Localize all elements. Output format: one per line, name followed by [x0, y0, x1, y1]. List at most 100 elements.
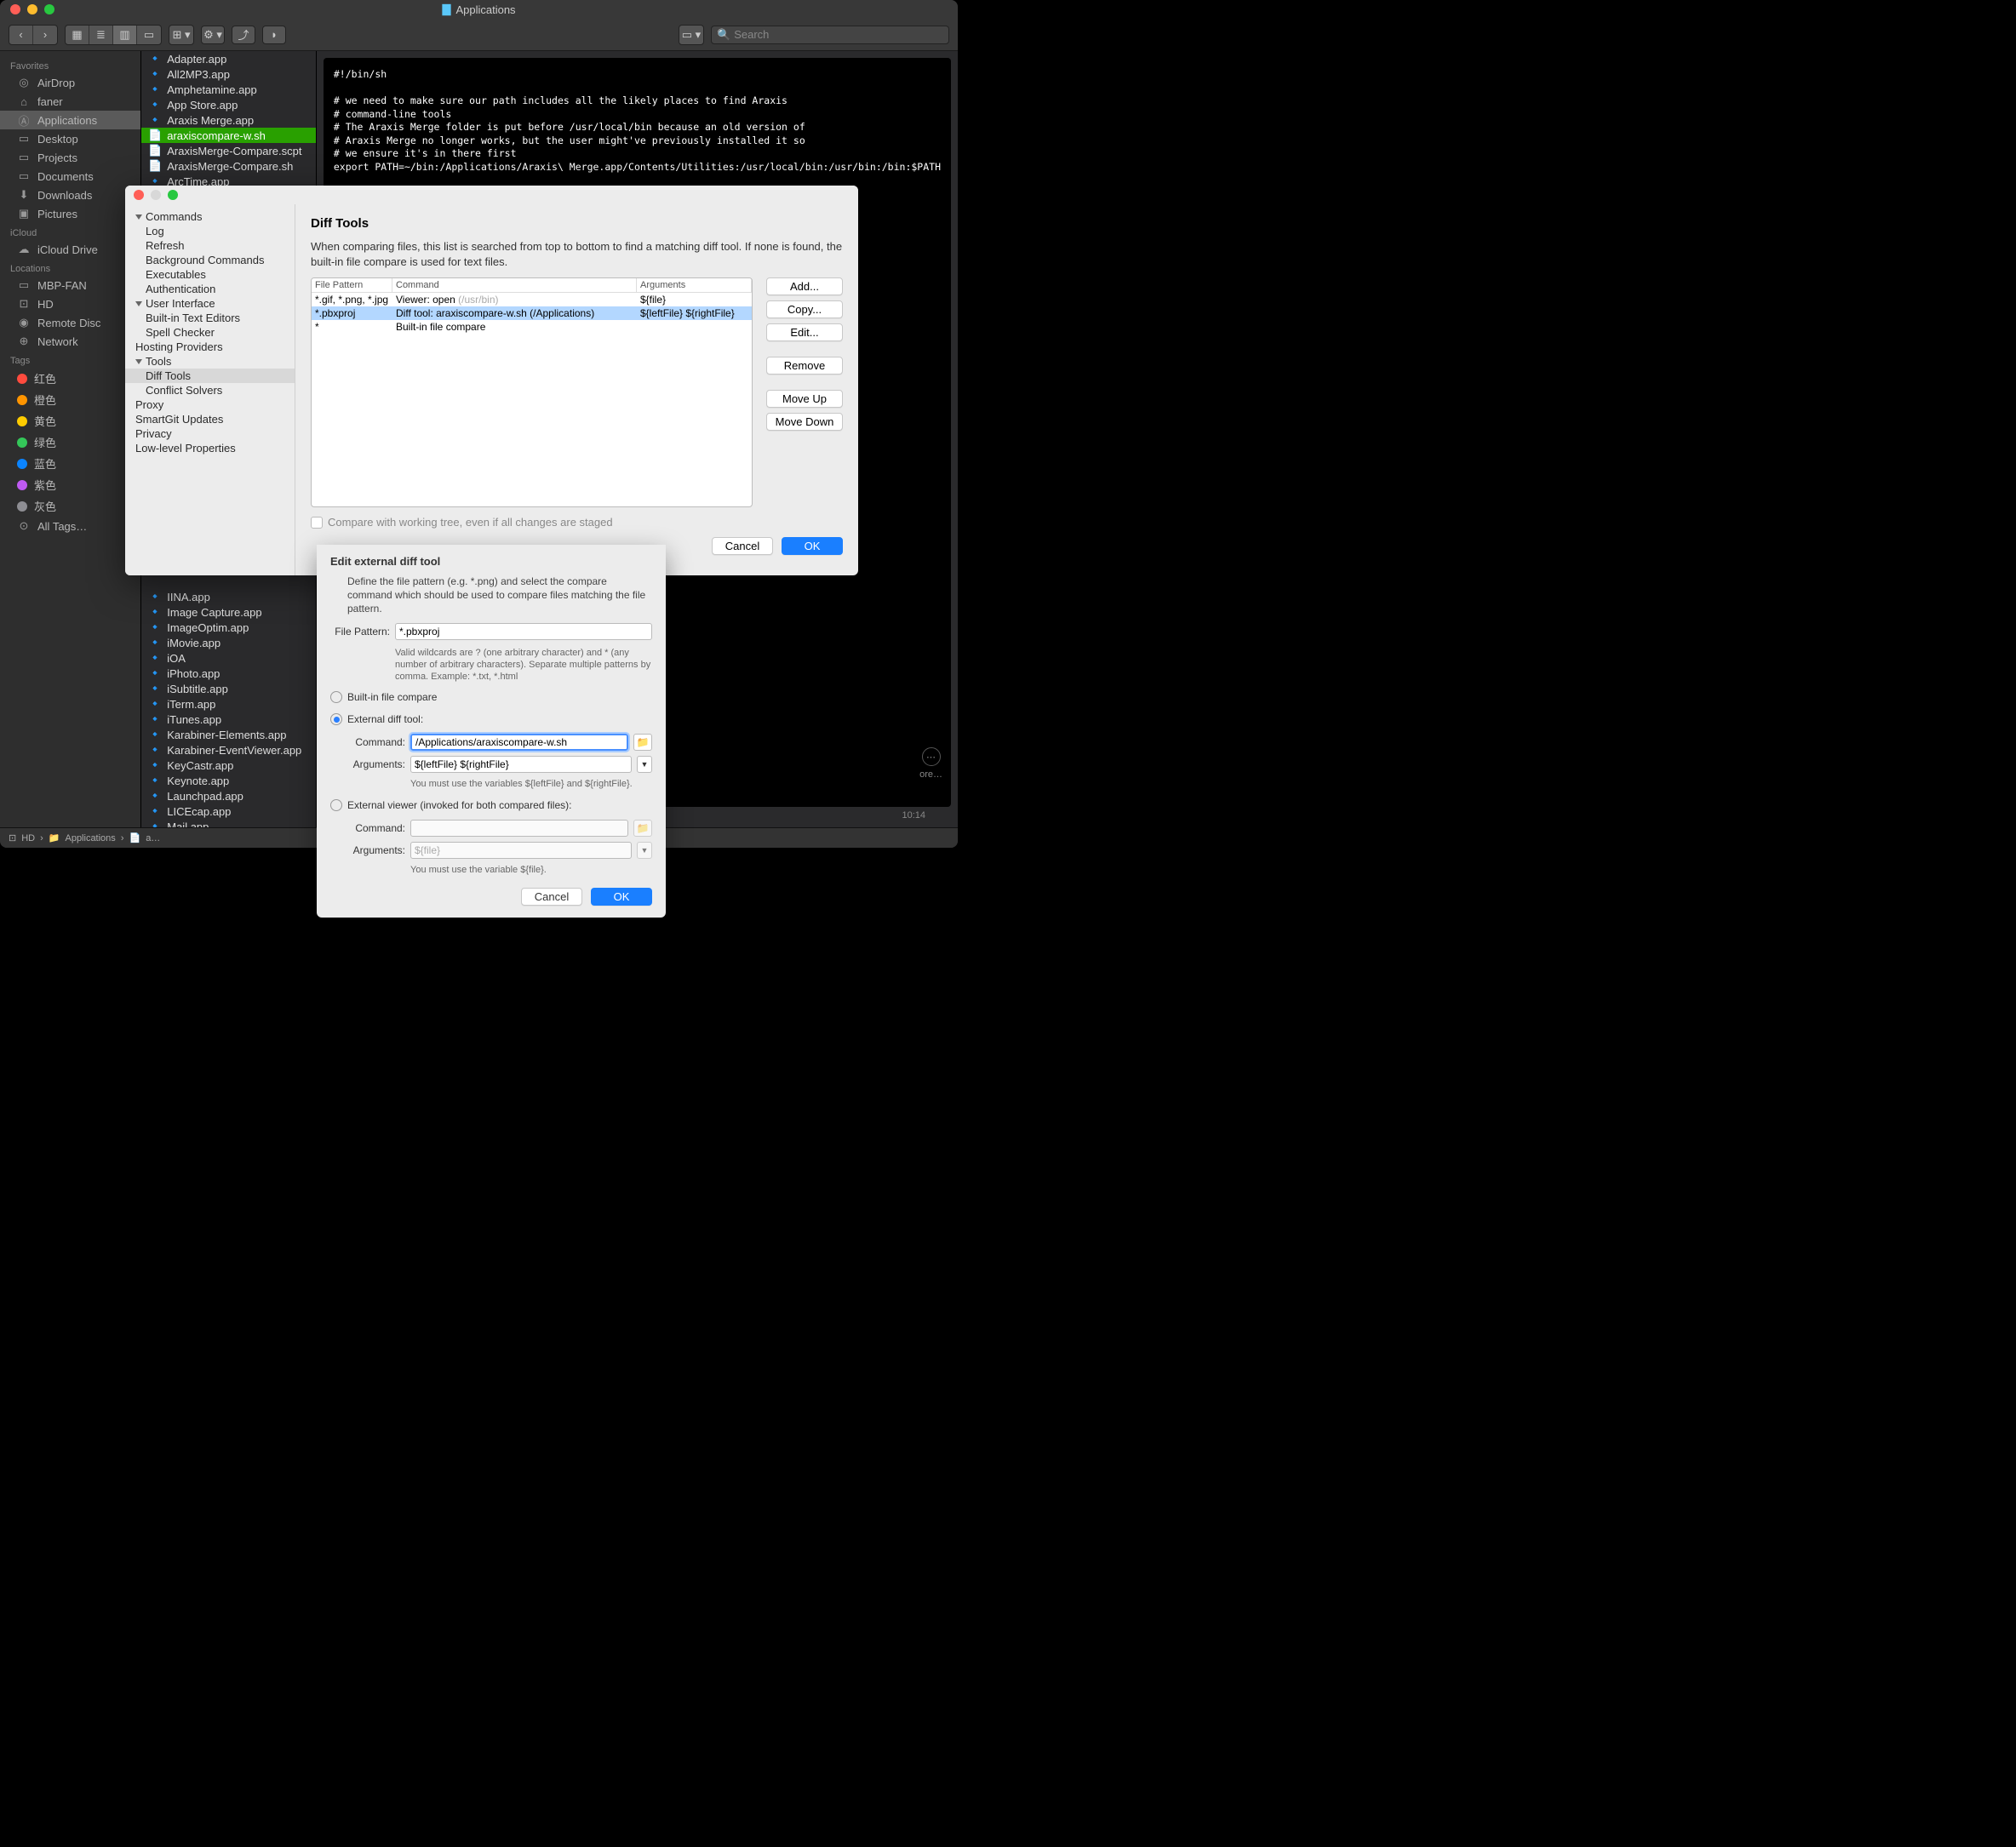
- file-row[interactable]: 🔹Karabiner-Elements.app: [141, 727, 316, 742]
- file-row[interactable]: 🔹iOA: [141, 650, 316, 666]
- nav-group[interactable]: Tools: [125, 354, 295, 369]
- nav-item-log[interactable]: Log: [125, 224, 295, 238]
- sidebar-item-mbp-fan[interactable]: ▭MBP-FAN: [0, 276, 140, 294]
- close-icon[interactable]: [10, 4, 20, 14]
- tags-button[interactable]: ◗: [262, 26, 286, 44]
- sidebar-item-remote-disc[interactable]: ◉Remote Disc: [0, 313, 140, 332]
- sidebar-item-network[interactable]: ⊕Network: [0, 332, 140, 351]
- sidebar-tag[interactable]: 蓝色: [0, 453, 140, 474]
- arguments-dropdown[interactable]: ▼: [637, 756, 652, 773]
- nav-item-background-commands[interactable]: Background Commands: [125, 253, 295, 267]
- file-row[interactable]: 📄AraxisMerge-Compare.scpt: [141, 143, 316, 158]
- nav-item-authentication[interactable]: Authentication: [125, 282, 295, 296]
- cancel-button[interactable]: Cancel: [712, 537, 773, 555]
- back-button[interactable]: ‹: [9, 26, 33, 44]
- table-row[interactable]: *.pbxprojDiff tool: araxiscompare-w.sh (…: [312, 306, 752, 320]
- zoom-icon[interactable]: [168, 190, 178, 200]
- sidebar-tag[interactable]: 红色: [0, 368, 140, 389]
- sidebar-item-all-tags[interactable]: ⊙ All Tags…: [0, 517, 140, 535]
- view-icon-button[interactable]: ▦: [66, 26, 89, 44]
- share-button[interactable]: ⤴: [232, 26, 255, 44]
- command-input[interactable]: [410, 734, 628, 751]
- nav-item-proxy[interactable]: Proxy: [125, 397, 295, 412]
- cancel-button[interactable]: Cancel: [521, 888, 582, 906]
- sidebar-item-pictures[interactable]: ▣Pictures: [0, 204, 140, 223]
- nav-item-smartgit-updates[interactable]: SmartGit Updates: [125, 412, 295, 426]
- path-segment[interactable]: HD: [21, 833, 35, 843]
- edit-button[interactable]: Edit...: [766, 323, 843, 341]
- nav-item-privacy[interactable]: Privacy: [125, 426, 295, 441]
- more-icon[interactable]: ⋯: [922, 747, 941, 766]
- sidebar-item-desktop[interactable]: ▭Desktop: [0, 129, 140, 148]
- nav-item-low-level-properties[interactable]: Low-level Properties: [125, 441, 295, 455]
- nav-item-conflict-solvers[interactable]: Conflict Solvers: [125, 383, 295, 397]
- sidebar-tag[interactable]: 绿色: [0, 432, 140, 453]
- ok-button[interactable]: OK: [591, 888, 652, 906]
- file-row[interactable]: 🔹ImageOptim.app: [141, 620, 316, 635]
- file-row[interactable]: 🔹Karabiner-EventViewer.app: [141, 742, 316, 758]
- arguments-input[interactable]: [410, 756, 632, 773]
- file-row[interactable]: 🔹LICEcap.app: [141, 803, 316, 819]
- file-row[interactable]: 🔹Image Capture.app: [141, 604, 316, 620]
- sidebar-item-airdrop[interactable]: ◎AirDrop: [0, 73, 140, 92]
- file-row[interactable]: 🔹Launchpad.app: [141, 788, 316, 803]
- move-down-button[interactable]: Move Down: [766, 413, 843, 431]
- nav-item-built-in-text-editors[interactable]: Built-in Text Editors: [125, 311, 295, 325]
- table-row[interactable]: *.gif, *.png, *.jpgViewer: open (/usr/bi…: [312, 293, 752, 306]
- file-row[interactable]: 🔹KeyCastr.app: [141, 758, 316, 773]
- file-row[interactable]: 🔹Adapter.app: [141, 51, 316, 66]
- sidebar-tag[interactable]: 紫色: [0, 474, 140, 495]
- search-input[interactable]: 🔍 Search: [711, 26, 949, 44]
- view-column-button[interactable]: ▥: [113, 26, 137, 44]
- col-file-pattern[interactable]: File Pattern: [312, 278, 392, 292]
- path-segment[interactable]: Applications: [65, 833, 115, 843]
- table-row[interactable]: *Built-in file compare: [312, 320, 752, 334]
- nav-group[interactable]: Commands: [125, 209, 295, 224]
- sidebar-item-applications[interactable]: ⒶApplications: [0, 111, 140, 129]
- prefs-nav[interactable]: CommandsLogRefreshBackground CommandsExe…: [125, 204, 295, 575]
- sidebar-item-documents[interactable]: ▭Documents: [0, 167, 140, 186]
- nav-item-spell-checker[interactable]: Spell Checker: [125, 325, 295, 340]
- sidebar-tag[interactable]: 黄色: [0, 410, 140, 432]
- close-icon[interactable]: [134, 190, 144, 200]
- sidebar-item-hd[interactable]: ⊡HD: [0, 294, 140, 313]
- nav-item-hosting-providers[interactable]: Hosting Providers: [125, 340, 295, 354]
- file-row[interactable]: 🔹App Store.app: [141, 97, 316, 112]
- sidebar-item-projects[interactable]: ▭Projects: [0, 148, 140, 167]
- sidebar-item-faner[interactable]: ⌂faner: [0, 92, 140, 111]
- file-row[interactable]: 🔹iSubtitle.app: [141, 681, 316, 696]
- file-row[interactable]: 🔹iTerm.app: [141, 696, 316, 712]
- view-list-button[interactable]: ≣: [89, 26, 113, 44]
- file-row[interactable]: 📄araxiscompare-w.sh: [141, 128, 316, 143]
- arrange-button[interactable]: ⊞ ▾: [169, 26, 193, 44]
- file-row[interactable]: 🔹iPhoto.app: [141, 666, 316, 681]
- ok-button[interactable]: OK: [782, 537, 843, 555]
- browse-button[interactable]: 📁: [633, 734, 652, 751]
- add-button[interactable]: Add...: [766, 277, 843, 295]
- checkbox-icon[interactable]: [311, 517, 323, 529]
- nav-item-refresh[interactable]: Refresh: [125, 238, 295, 253]
- action-button[interactable]: ⚙ ▾: [201, 26, 225, 44]
- nav-item-executables[interactable]: Executables: [125, 267, 295, 282]
- col-arguments[interactable]: Arguments: [637, 278, 752, 292]
- file-row[interactable]: 🔹IINA.app: [141, 589, 316, 604]
- sidebar-item-downloads[interactable]: ⬇Downloads: [0, 186, 140, 204]
- sidebar-tag[interactable]: 橙色: [0, 389, 140, 410]
- file-row[interactable]: 🔹Keynote.app: [141, 773, 316, 788]
- view-gallery-button[interactable]: ▭: [137, 26, 161, 44]
- file-row[interactable]: 🔹Araxis Merge.app: [141, 112, 316, 128]
- diff-tools-table[interactable]: File Pattern Command Arguments *.gif, *.…: [311, 277, 753, 507]
- sidebar-tag[interactable]: 灰色: [0, 495, 140, 517]
- radio-viewer[interactable]: External viewer (invoked for both compar…: [330, 798, 652, 813]
- file-row[interactable]: 🔹All2MP3.app: [141, 66, 316, 82]
- radio-builtin[interactable]: Built-in file compare: [330, 689, 652, 705]
- file-pattern-input[interactable]: [395, 623, 652, 640]
- remove-button[interactable]: Remove: [766, 357, 843, 375]
- file-row[interactable]: 🔹Mail.app: [141, 819, 316, 827]
- nav-group[interactable]: User Interface: [125, 296, 295, 311]
- file-row[interactable]: 📄AraxisMerge-Compare.sh: [141, 158, 316, 174]
- path-segment[interactable]: a…: [146, 833, 160, 843]
- quicklook-button[interactable]: ▭ ▾: [679, 26, 703, 44]
- radio-external[interactable]: External diff tool:: [330, 712, 652, 727]
- file-row[interactable]: 🔹Amphetamine.app: [141, 82, 316, 97]
